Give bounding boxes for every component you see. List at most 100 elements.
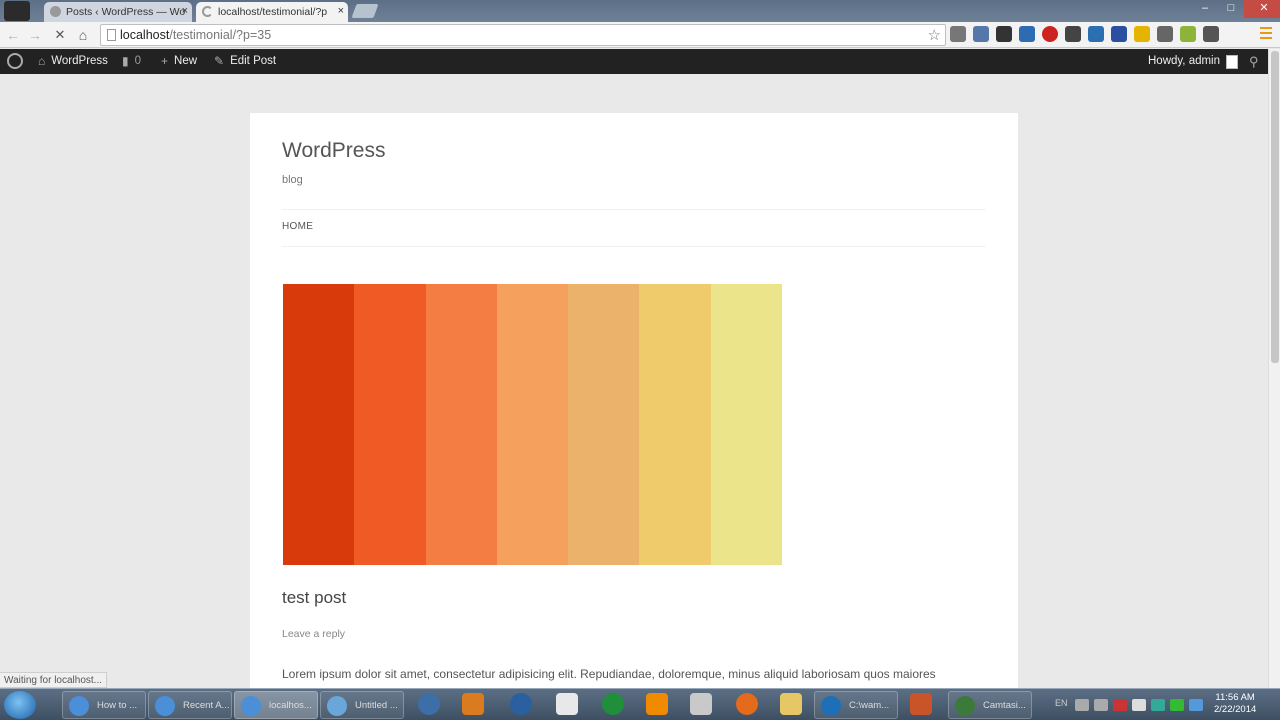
nav-divider (282, 246, 986, 247)
comment-bubble-icon: ▮ (122, 54, 129, 68)
tab-close-icon[interactable]: × (182, 5, 188, 17)
file-explorer-icon[interactable] (780, 693, 802, 715)
tray-icon[interactable] (1094, 699, 1108, 711)
tab-label: localhost/testimonial/?p (218, 6, 328, 18)
taskbar-button[interactable]: C:\wam... (814, 691, 898, 719)
utorrent-icon[interactable] (602, 693, 624, 715)
search-icon[interactable]: ⚲ (1249, 49, 1259, 74)
extension-icon[interactable] (1088, 26, 1104, 42)
tab-close-icon[interactable]: × (338, 5, 344, 17)
avatar (1226, 54, 1239, 69)
admin-bar-site[interactable]: ⌂ WordPress (38, 49, 108, 74)
minimize-button[interactable]: – (1192, 0, 1218, 18)
close-window-button[interactable]: ✕ (1244, 0, 1280, 18)
page-scrollbar[interactable] (1268, 49, 1280, 688)
loading-spinner-icon (202, 6, 213, 17)
browser-tabstrip: Posts ‹ WordPress — Wo × localhost/testi… (0, 0, 1280, 22)
extension-icon[interactable] (950, 26, 966, 42)
puzzle-icon[interactable] (1157, 26, 1173, 42)
app-icon (327, 696, 347, 716)
tray-icon[interactable] (1170, 699, 1184, 711)
window-controls: – □ ✕ (1192, 0, 1280, 18)
start-button[interactable] (4, 691, 36, 719)
android-icon[interactable] (1180, 26, 1196, 42)
app-menu-icon[interactable] (4, 1, 30, 21)
extension-icon[interactable] (996, 26, 1012, 42)
tray-icon[interactable] (1113, 699, 1127, 711)
maximize-button[interactable]: □ (1218, 0, 1244, 18)
nav-divider (282, 209, 986, 210)
extension-icon[interactable] (1019, 26, 1035, 42)
tray-icon[interactable] (1132, 699, 1146, 711)
taskbar-button[interactable]: localhos... (234, 691, 318, 719)
taskbar-button[interactable]: Recent A... (148, 691, 232, 719)
color-stripe (283, 284, 355, 565)
thunderbird-icon[interactable] (510, 693, 532, 715)
admin-bar-edit-post[interactable]: ✎ Edit Post (214, 49, 276, 74)
taskbar-button[interactable]: Camtasi... (948, 691, 1032, 719)
color-stripe (710, 284, 782, 565)
extension-icon[interactable] (973, 26, 989, 42)
taskbar-button-label: Untitled ... (355, 700, 398, 711)
tray-icon[interactable] (1189, 699, 1203, 711)
app-icon (821, 696, 841, 716)
bookmark-star-icon[interactable]: ☆ (928, 26, 941, 44)
home-icon: ⌂ (38, 54, 46, 68)
admin-bar-new[interactable]: + New (161, 49, 197, 74)
extension-icon[interactable] (1111, 26, 1127, 42)
tool-icon[interactable] (690, 693, 712, 715)
leave-reply-link[interactable]: Leave a reply (282, 628, 345, 640)
wp-admin-bar: ⌂ WordPress ▮ 0 + New ✎ Edit Post Howdy,… (0, 49, 1268, 74)
page-content: WordPress blog HOME test post Leave a re… (250, 113, 1018, 693)
scrollbar-thumb[interactable] (1271, 51, 1279, 363)
app-icon (241, 696, 261, 716)
address-bar[interactable]: localhost/testimonial/?p=35 ☆ (100, 24, 946, 46)
stop-loading-icon[interactable]: ✕ (51, 26, 69, 44)
tab-localhost[interactable]: localhost/testimonial/?p × (196, 2, 348, 22)
admin-bar-comments[interactable]: ▮ 0 (122, 49, 141, 74)
new-tab-button[interactable] (351, 4, 379, 18)
taskbar-button-label: C:\wam... (849, 700, 890, 711)
post-title[interactable]: test post (282, 588, 346, 608)
taskbar-button-label: Recent A... (183, 700, 230, 711)
back-arrow-icon[interactable]: ← (4, 26, 22, 44)
status-bubble: Waiting for localhost... (0, 672, 108, 688)
color-stripe (425, 284, 497, 565)
home-icon[interactable]: ⌂ (74, 26, 92, 44)
tray-icon[interactable] (1151, 699, 1165, 711)
pinned-app-icon[interactable] (418, 693, 440, 715)
tab-posts[interactable]: Posts ‹ WordPress — Wo × (44, 2, 192, 22)
plus-icon: + (161, 54, 169, 68)
admin-bar-account[interactable]: Howdy, admin (1148, 49, 1239, 74)
site-title[interactable]: WordPress (282, 139, 385, 163)
wordpress-favicon-icon (50, 6, 61, 17)
extension-icons (950, 26, 1219, 42)
color-stripe (496, 284, 569, 565)
nav-home-link[interactable]: HOME (282, 221, 313, 232)
system-clock[interactable]: 11:56 AM 2/22/2014 (1214, 692, 1256, 716)
language-indicator[interactable]: EN (1055, 698, 1068, 708)
firefox-icon[interactable] (736, 693, 758, 715)
extension-icon[interactable] (1065, 26, 1081, 42)
grid-app-icon[interactable] (556, 693, 578, 715)
color-stripe (354, 284, 426, 565)
tray-icon[interactable] (1075, 699, 1089, 711)
chrome-menu-icon[interactable] (1260, 27, 1272, 42)
taskbar-button[interactable]: How to ... (62, 691, 146, 719)
vlc-icon[interactable] (646, 693, 668, 715)
pencil-icon: ✎ (214, 54, 225, 68)
taskbar-button-label: How to ... (97, 700, 138, 711)
color-stripe (568, 284, 640, 565)
tab-label: Posts ‹ WordPress — Wo (66, 6, 186, 18)
forward-arrow-icon[interactable]: → (26, 26, 44, 44)
media-player-icon[interactable] (462, 693, 484, 715)
post-excerpt: Lorem ipsum dolor sit amet, consectetur … (282, 667, 936, 681)
speaker-icon[interactable] (910, 693, 932, 715)
url-text[interactable]: localhost/testimonial/?p=35 (120, 28, 271, 42)
wrench-icon[interactable] (1203, 26, 1219, 42)
extension-icon[interactable] (1134, 26, 1150, 42)
extension-icon[interactable] (1042, 26, 1058, 42)
system-tray (1075, 699, 1203, 711)
taskbar-button[interactable]: Untitled ... (320, 691, 404, 719)
wordpress-logo-icon[interactable] (7, 53, 23, 69)
